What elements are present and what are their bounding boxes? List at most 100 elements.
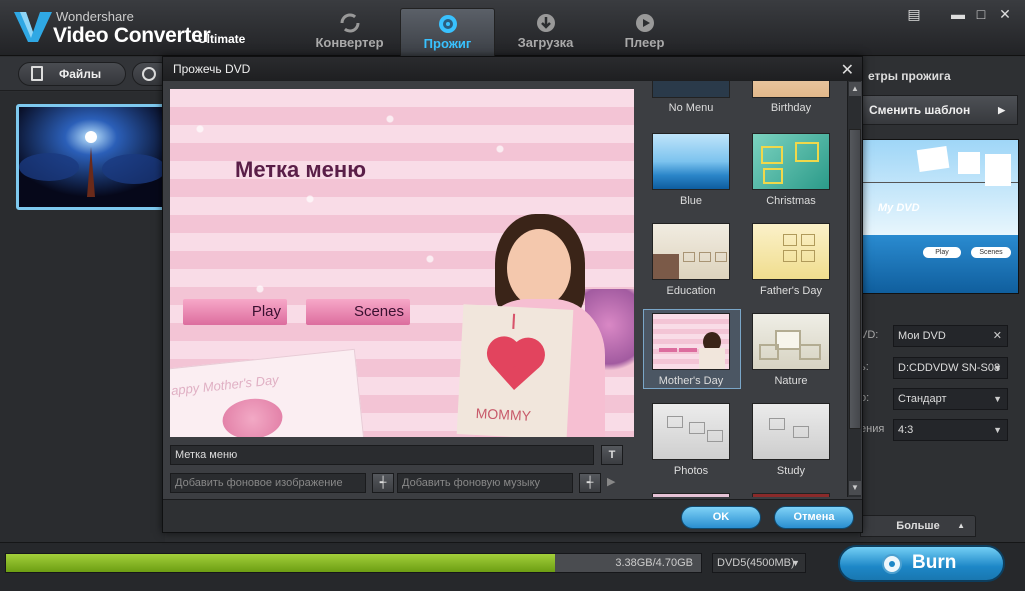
burn-button[interactable]: Burn bbox=[838, 545, 1005, 582]
dvd-label-value: Мои DVD bbox=[898, 330, 946, 342]
aspect-ratio-select[interactable]: 4:3 ▼ bbox=[893, 419, 1008, 441]
girl-face bbox=[507, 229, 571, 307]
close-icon[interactable]: ✕ bbox=[841, 59, 854, 83]
tab-burn-label: Прожиг bbox=[423, 36, 472, 51]
download-icon bbox=[536, 14, 555, 32]
brand-edition: Ultimate bbox=[198, 32, 246, 46]
tab-download[interactable]: Загрузка bbox=[498, 8, 593, 56]
preview-play-button: Play bbox=[923, 247, 961, 258]
card-mommy-text: MOMMY bbox=[475, 405, 532, 424]
disc-usage-bar: 3.38GB/4.70GB bbox=[5, 553, 702, 573]
aspect-ratio-caption: ения bbox=[860, 423, 885, 435]
file-add-icon bbox=[31, 66, 43, 81]
template-name: Education bbox=[666, 285, 716, 297]
maximize-button[interactable]: □ bbox=[973, 6, 989, 22]
chevron-down-icon: ▼ bbox=[993, 363, 1002, 373]
tab-burn[interactable]: Прожиг bbox=[400, 8, 495, 56]
close-window-button[interactable]: ✕ bbox=[997, 6, 1013, 22]
preview-play-button: Play bbox=[183, 299, 287, 325]
template-name: Father's Day bbox=[759, 285, 822, 297]
play-icon bbox=[635, 14, 654, 32]
tv-standard-select[interactable]: Стандарт ▼ bbox=[893, 388, 1008, 410]
template-name: Nature bbox=[774, 375, 808, 387]
chevron-down-icon: ▼ bbox=[993, 394, 1002, 404]
change-template-button[interactable]: Сменить шаблон ▶ bbox=[860, 95, 1018, 125]
template-thumbnail bbox=[752, 493, 830, 497]
play-music-icon[interactable]: ▶ bbox=[607, 475, 615, 488]
aspect-ratio-value: 4:3 bbox=[898, 424, 914, 436]
cloth-shape bbox=[985, 154, 1011, 186]
disc-usage-fill bbox=[6, 554, 556, 572]
status-bar: 3.38GB/4.70GB DVD5(4500MB) ▼ Burn bbox=[0, 542, 1025, 591]
bg-image-input[interactable]: Добавить фоновое изображение bbox=[170, 473, 366, 493]
change-template-label: Сменить шаблон bbox=[869, 103, 971, 117]
tab-converter[interactable]: Конвертер bbox=[302, 8, 397, 56]
app-logo-icon bbox=[14, 12, 52, 42]
menu-label-input[interactable]: Метка меню bbox=[170, 445, 594, 465]
chevron-right-icon: ▶ bbox=[998, 105, 1005, 115]
template-thumbnail bbox=[652, 133, 730, 190]
clear-icon[interactable]: ✕ bbox=[993, 326, 1002, 346]
add-bg-image-button[interactable]: ┽ bbox=[372, 473, 394, 493]
text-format-button[interactable]: T bbox=[601, 445, 623, 465]
cloth-shape bbox=[958, 152, 980, 174]
tab-converter-label: Конвертер bbox=[315, 35, 384, 50]
bg-music-input[interactable]: Добавить фоновую музыку bbox=[397, 473, 573, 493]
preview-menu-label: Метка меню bbox=[235, 157, 366, 182]
disc-add-icon bbox=[142, 67, 156, 81]
heart-icon bbox=[479, 329, 552, 391]
file-list bbox=[0, 92, 166, 542]
mommy-card: I MOMMY bbox=[456, 304, 574, 437]
template-grid: No Menu Birthday Blue Christmas Educatio… bbox=[641, 81, 846, 497]
title-bar: Wondershare Video Converter Ultimate Кон… bbox=[0, 0, 1025, 56]
scroll-down-icon[interactable]: ▼ bbox=[849, 481, 861, 495]
convert-icon bbox=[340, 13, 359, 33]
template-name: Birthday bbox=[770, 102, 812, 114]
add-files-label: Файлы bbox=[59, 67, 102, 81]
template-thumbnail bbox=[652, 223, 730, 280]
preview-scenes-button: Scenes bbox=[971, 247, 1011, 258]
burn-target-select[interactable]: D:CDDVDW SN-S08 ▼ bbox=[893, 357, 1008, 379]
tab-player[interactable]: Плеер bbox=[597, 8, 692, 56]
tab-download-label: Загрузка bbox=[517, 35, 574, 50]
template-name: Photos bbox=[673, 465, 709, 477]
preview-scenes-button: Scenes bbox=[306, 299, 410, 325]
burn-settings-panel: етры прожига Сменить шаблон ▶ My DVD Pla… bbox=[860, 57, 1025, 542]
registration-icon[interactable]: ▤ bbox=[906, 6, 922, 22]
add-files-button[interactable]: Файлы bbox=[18, 62, 126, 86]
dvd-label-input[interactable]: Мои DVD ✕ bbox=[893, 325, 1008, 347]
girl-photo: I MOMMY bbox=[435, 209, 634, 437]
burn-target-value: D:CDDVDW SN-S08 bbox=[898, 362, 1001, 374]
minimize-button[interactable]: ▬ bbox=[950, 6, 966, 22]
template-scrollbar[interactable]: ▲ ▼ bbox=[847, 81, 861, 497]
scroll-thumb[interactable] bbox=[849, 129, 861, 429]
template-name: Study bbox=[776, 465, 806, 477]
chevron-down-icon: ▼ bbox=[791, 558, 800, 568]
cancel-button[interactable]: Отмена bbox=[774, 506, 854, 529]
template-name: Mother's Day bbox=[658, 375, 724, 387]
disc-usage-text: 3.38GB/4.70GB bbox=[615, 557, 693, 569]
template-name: Christmas bbox=[766, 195, 816, 207]
burn-dvd-dialog: Прожечь DVD ✕ Метка меню Play Scenes app… bbox=[162, 56, 863, 533]
card-caption: appy Mother's Day bbox=[170, 371, 280, 399]
template-thumbnail bbox=[752, 223, 830, 280]
tab-player-label: Плеер bbox=[624, 35, 665, 50]
dialog-title: Прожечь DVD bbox=[173, 62, 251, 76]
dialog-footer: OK Отмена bbox=[163, 499, 862, 532]
card-letter: I bbox=[509, 308, 518, 335]
ok-button[interactable]: OK bbox=[681, 506, 761, 529]
template-thumbnail bbox=[652, 493, 730, 497]
disc-icon bbox=[882, 554, 902, 574]
add-bg-music-button[interactable]: ┽ bbox=[579, 473, 601, 493]
tv-standard-value: Стандарт bbox=[898, 393, 947, 405]
cloth-shape bbox=[916, 146, 950, 172]
video-thumbnail[interactable] bbox=[16, 104, 166, 210]
menu-preview: Метка меню Play Scenes appy Mother's Day… bbox=[170, 89, 634, 437]
scroll-up-icon[interactable]: ▲ bbox=[849, 82, 861, 96]
dialog-title-bar: Прожечь DVD ✕ bbox=[163, 57, 862, 81]
disc-type-select[interactable]: DVD5(4500MB) ▼ bbox=[712, 553, 806, 573]
template-thumbnail bbox=[652, 403, 730, 460]
more-button[interactable]: Больше ▲ bbox=[860, 515, 976, 537]
brand-product: Video Converter bbox=[53, 24, 211, 47]
template-thumbnail bbox=[752, 403, 830, 460]
